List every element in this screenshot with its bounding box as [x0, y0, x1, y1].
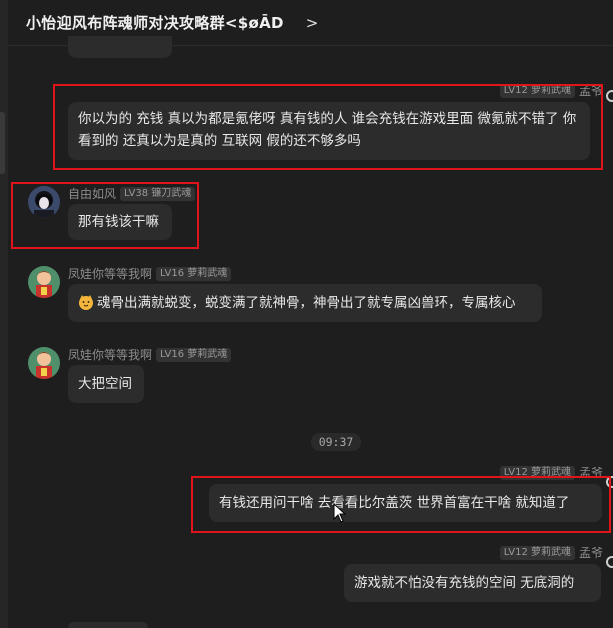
group-title: 小怡迎风布阵魂师对决攻略群<$øĀD — [26, 14, 284, 32]
level-badge: LV12 萝莉武魂 — [499, 545, 575, 560]
colorful-cartoon-avatar-icon[interactable] — [28, 347, 60, 379]
chevron-right-icon[interactable]: > — [306, 14, 319, 32]
avatar-edge[interactable] — [606, 90, 613, 102]
cat-face-emoji-icon — [79, 295, 93, 310]
scroll-indicator[interactable] — [0, 112, 5, 174]
level-badge: LV16 萝莉武魂 — [156, 266, 232, 281]
sender-meta: LV12 萝莉武魂 孟爷 — [499, 544, 603, 561]
highlight-box — [53, 84, 603, 170]
message-text: 魂骨出满就蜕变，蜕变满了就神骨，神骨出了就专属凶兽环，专属核心 — [97, 295, 516, 311]
sender-name[interactable]: 凤娃你等等我啊 — [68, 346, 152, 363]
level-badge: LV16 萝莉武魂 — [156, 347, 232, 362]
mouse-cursor-icon — [333, 503, 347, 523]
left-rail — [0, 0, 8, 628]
sender-meta: 凤娃你等等我啊 LV16 萝莉武魂 — [68, 265, 232, 282]
time-divider: 09:37 — [311, 433, 361, 451]
sender-meta: 凤娃你等等我啊 LV16 萝莉武魂 — [68, 346, 232, 363]
sender-name[interactable]: 凤娃你等等我啊 — [68, 265, 152, 282]
colorful-cartoon-avatar-icon[interactable] — [28, 266, 60, 298]
highlight-box — [11, 182, 199, 249]
highlight-box — [191, 476, 611, 533]
avatar-edge[interactable] — [606, 556, 613, 568]
partial-message-bubble — [68, 36, 172, 58]
partial-message-bubble — [68, 622, 148, 628]
message-bubble[interactable]: 魂骨出满就蜕变，蜕变满了就神骨，神骨出了就专属凶兽环，专属核心 — [68, 284, 542, 322]
sender-name[interactable]: 孟爷 — [579, 544, 603, 561]
message-bubble[interactable]: 游戏就不怕没有充钱的空间 无底洞的 — [344, 564, 601, 602]
message-bubble[interactable]: 大把空间 — [68, 365, 144, 403]
